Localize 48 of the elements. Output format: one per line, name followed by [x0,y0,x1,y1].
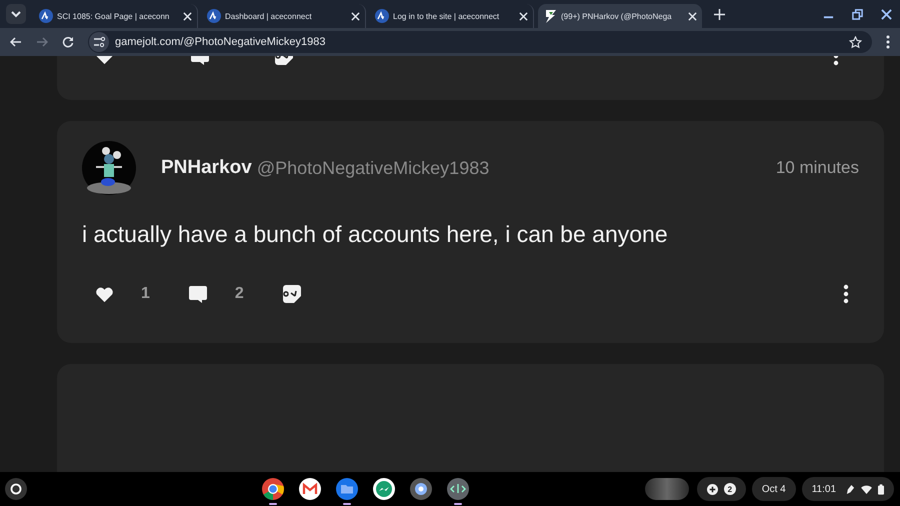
app-icon[interactable] [262,478,284,500]
url-text: gamejolt.com/@PhotoNegativeMickey1983 [115,36,326,48]
gear-icon[interactable] [410,478,432,500]
username[interactable]: @PhotoNegativeMickey1983 [256,158,490,178]
avatar-drawing [82,141,136,195]
new-tab-icon[interactable] [714,8,725,20]
clock-time: 11:01 [812,484,836,494]
pen-icon [846,484,856,494]
close-icon[interactable] [519,12,528,20]
app-icon[interactable] [373,478,396,500]
reload-icon[interactable] [62,36,74,48]
terminal-icon[interactable] [447,478,470,500]
close-icon[interactable] [183,12,192,20]
notification-count: 2 [724,483,736,495]
address-bar[interactable]: gamejolt.com/@PhotoNegativeMickey1983 [88,31,872,53]
battery-icon [878,484,884,494]
date-button[interactable]: Oct 4 [752,477,796,501]
more-options-icon[interactable] [886,35,890,49]
app-icon[interactable] [299,478,322,500]
screenshot-thumbnail[interactable] [644,478,689,500]
app-icon[interactable] [336,478,358,500]
status-tray[interactable]: 11:01 [802,477,894,501]
close-icon[interactable] [351,12,360,20]
display-name[interactable]: PNHarkov [161,157,252,179]
more-options-icon[interactable] [843,284,849,304]
post-text: i actually have a bunch of accounts here, i can be anyone [82,221,669,248]
browser-tab[interactable]: (99+) PNHarkov (@PhotoNega [538,4,702,28]
launcher-icon[interactable] [5,478,27,500]
wifi-icon [861,484,872,494]
post-timestamp[interactable]: 10 minutes [776,158,859,178]
comment-bubble-icon[interactable] [188,284,208,304]
close-icon[interactable] [688,12,697,20]
plus-icon [706,484,718,494]
back-arrow-icon[interactable] [10,36,22,48]
site-logo-icon [39,9,53,23]
heart-icon[interactable] [95,284,114,304]
restore-icon[interactable] [852,8,863,20]
tab-search-icon[interactable] [6,4,26,24]
close-icon[interactable] [881,8,892,20]
sticker-icon[interactable] [282,284,302,304]
site-logo-icon [375,9,389,23]
site-logo-icon [207,9,221,23]
notification-tray[interactable]: 2 [696,477,746,501]
comment-count: 2 [234,285,244,303]
bookmark-star-icon[interactable] [849,36,862,48]
like-count: 1 [141,285,150,303]
lightning-bolt-icon [543,9,557,23]
site-settings-icon[interactable] [89,32,109,52]
